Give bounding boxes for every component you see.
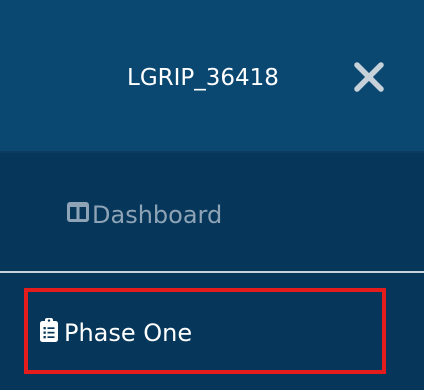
close-button[interactable] xyxy=(350,58,388,96)
dashboard-icon xyxy=(67,202,89,222)
nav-header: LGRIP_36418 xyxy=(0,0,424,153)
clipboard-list-icon xyxy=(40,318,58,342)
side-nav-panel: LGRIP_36418 Dashboard Phase One xyxy=(0,0,424,390)
nav-item-dashboard-label: Dashboard xyxy=(92,201,223,229)
username-label: LGRIP_36418 xyxy=(127,65,279,91)
close-icon xyxy=(354,62,384,92)
nav-item-phase-one-label: Phase One xyxy=(64,319,193,347)
